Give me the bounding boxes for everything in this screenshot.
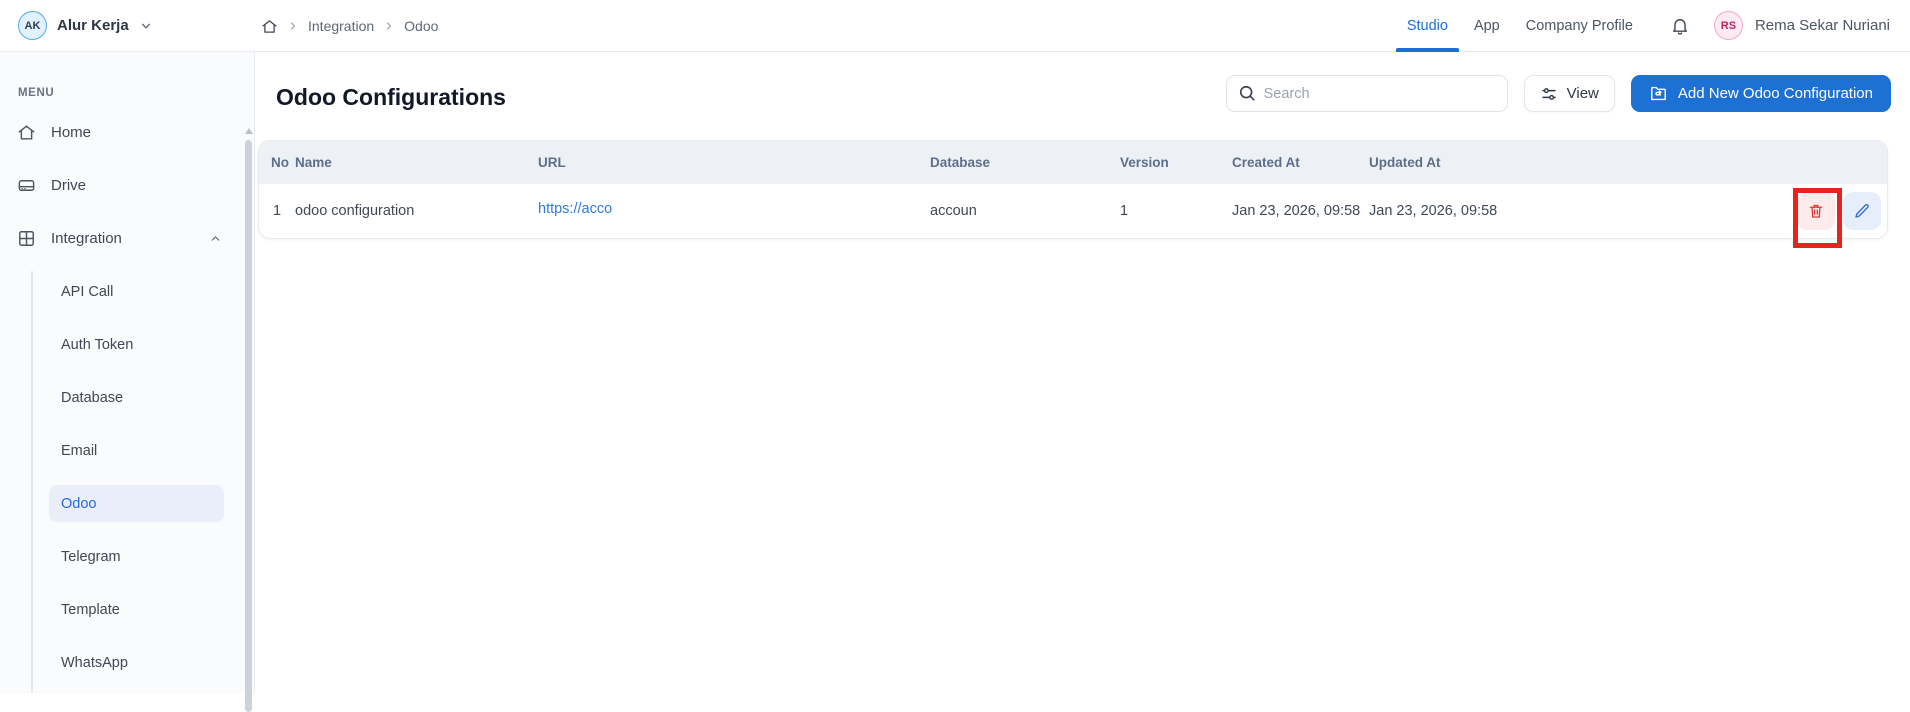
tab-studio[interactable]: Studio: [1394, 0, 1461, 52]
breadcrumb: Integration Odoo: [261, 0, 438, 52]
sidebar: MENU Home Drive Integration API Call Aut…: [0, 52, 255, 693]
column-header-updated-at: Updated At: [1369, 155, 1793, 170]
sidebar-subitem-label: Auth Token: [61, 337, 133, 353]
cell-created-at: Jan 23, 2026, 09:58: [1232, 203, 1369, 219]
view-button[interactable]: View: [1524, 75, 1615, 112]
breadcrumb-item-odoo[interactable]: Odoo: [404, 18, 438, 34]
table-row: 1 odoo configuration https://acco accoun…: [259, 184, 1887, 238]
column-header-created-at: Created At: [1232, 155, 1369, 170]
sidebar-item-label: Home: [51, 124, 91, 141]
sidebar-item-integration[interactable]: Integration: [0, 212, 254, 265]
sidebar-item-auth-token[interactable]: Auth Token: [0, 318, 254, 371]
sidebar-subitem-label: Database: [61, 390, 123, 406]
sidebar-subitem-label: Telegram: [61, 549, 121, 565]
add-button-label: Add New Odoo Configuration: [1678, 85, 1873, 102]
user-initials: RS: [1721, 20, 1736, 32]
chevron-down-icon: [139, 19, 153, 33]
sidebar-indent-guide: [31, 271, 33, 693]
column-header-url: URL: [538, 155, 930, 170]
column-header-no: No: [259, 155, 295, 170]
sidebar-item-database[interactable]: Database: [0, 371, 254, 424]
delete-button[interactable]: [1797, 192, 1835, 230]
edit-button[interactable]: [1843, 192, 1881, 230]
sidebar-item-home[interactable]: Home: [0, 106, 254, 159]
tab-company-profile[interactable]: Company Profile: [1513, 0, 1646, 52]
home-icon: [17, 123, 36, 142]
sidebar-item-label: Drive: [51, 177, 86, 194]
view-button-label: View: [1567, 85, 1599, 102]
sidebar-item-label: Integration: [51, 230, 122, 247]
workspace-name: Alur Kerja: [57, 17, 129, 34]
sidebar-item-whatsapp[interactable]: WhatsApp: [0, 636, 254, 689]
search-icon: [1237, 83, 1257, 103]
workspace-initials: AK: [25, 20, 41, 32]
cell-database: accoun: [930, 203, 1120, 219]
folder-add-icon: [1649, 84, 1668, 103]
scrollbar-up-arrow[interactable]: [245, 128, 253, 134]
drive-icon: [17, 176, 36, 195]
topbar: AK Alur Kerja Integration Odoo Studio Ap…: [0, 0, 1910, 52]
pencil-icon: [1853, 202, 1871, 220]
search-input[interactable]: [1226, 75, 1508, 112]
sidebar-subitem-label: API Call: [61, 284, 113, 300]
integration-icon: [17, 229, 36, 248]
cell-actions: [1793, 192, 1888, 230]
tab-app[interactable]: App: [1461, 0, 1513, 52]
workspace-switcher[interactable]: AK Alur Kerja: [18, 11, 153, 40]
main-content: Odoo Configurations View Add New Odoo Co…: [256, 52, 1910, 693]
sidebar-scrollbar[interactable]: [245, 140, 252, 712]
user-name: Rema Sekar Nuriani: [1755, 17, 1890, 34]
breadcrumb-item-integration[interactable]: Integration: [308, 18, 374, 34]
column-header-version: Version: [1120, 155, 1232, 170]
odoo-configurations-table: No Name URL Database Version Created At …: [258, 140, 1888, 239]
sidebar-subitem-label: Odoo: [61, 496, 96, 512]
add-new-odoo-configuration-button[interactable]: Add New Odoo Configuration: [1631, 75, 1891, 112]
sidebar-item-odoo[interactable]: Odoo: [0, 477, 254, 530]
sidebar-item-api-call[interactable]: API Call: [0, 265, 254, 318]
sidebar-subitem-label: Email: [61, 443, 97, 459]
cell-url-link[interactable]: https://acco: [538, 201, 612, 217]
tab-company-profile-label: Company Profile: [1526, 18, 1633, 34]
sidebar-section-label: MENU: [18, 86, 254, 100]
sliders-icon: [1540, 85, 1558, 103]
cell-no: 1: [259, 203, 295, 219]
cell-version: 1: [1120, 203, 1232, 219]
toolbar: View Add New Odoo Configuration: [1226, 75, 1891, 112]
chevron-right-icon: [383, 20, 395, 32]
bell-icon[interactable]: [1670, 16, 1690, 36]
column-header-name: Name: [295, 155, 538, 170]
chevron-right-icon: [287, 20, 299, 32]
sidebar-item-telegram[interactable]: Telegram: [0, 530, 254, 583]
chevron-up-icon: [209, 232, 222, 245]
user-menu[interactable]: RS Rema Sekar Nuriani: [1714, 11, 1890, 40]
workspace-avatar: AK: [18, 11, 47, 40]
sidebar-item-template[interactable]: Template: [0, 583, 254, 636]
column-header-database: Database: [930, 155, 1120, 170]
sidebar-subitem-label: Template: [61, 602, 120, 618]
user-avatar: RS: [1714, 11, 1743, 40]
sidebar-item-email[interactable]: Email: [0, 424, 254, 477]
home-icon[interactable]: [261, 18, 278, 35]
cell-name: odoo configuration: [295, 203, 538, 219]
sidebar-item-drive[interactable]: Drive: [0, 159, 254, 212]
tab-studio-label: Studio: [1407, 18, 1448, 34]
search-box: [1226, 75, 1508, 112]
tab-app-label: App: [1474, 18, 1500, 34]
topbar-right: Studio App Company Profile RS Rema Sekar…: [1394, 0, 1890, 52]
sidebar-subitem-label: WhatsApp: [61, 655, 128, 671]
cell-updated-at: Jan 23, 2026, 09:58: [1369, 203, 1793, 219]
trash-icon: [1807, 202, 1825, 220]
page-title: Odoo Configurations: [276, 84, 506, 111]
table-header-row: No Name URL Database Version Created At …: [259, 141, 1887, 184]
